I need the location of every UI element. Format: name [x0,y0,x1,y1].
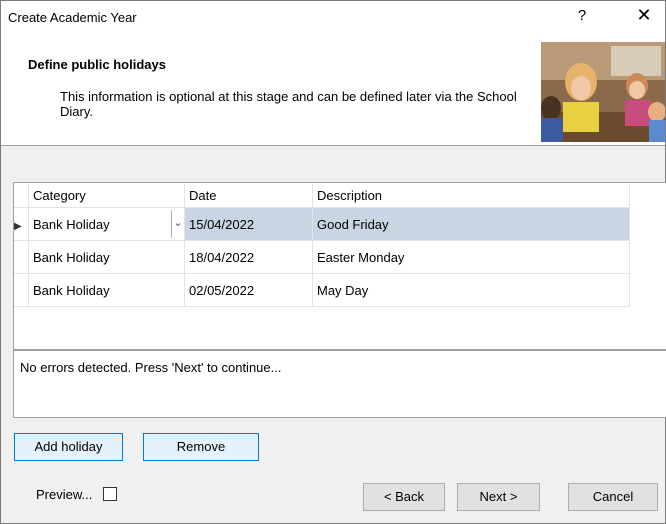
category-value: Bank Holiday [33,216,110,232]
date-cell[interactable]: 15/04/2022 [184,207,313,241]
category-cell[interactable]: Bank Holiday [28,273,185,307]
category-cell[interactable]: Bank Holiday [28,240,185,274]
add-holiday-button[interactable]: Add holiday [14,433,123,461]
wizard-header: Define public holidays This information … [1,32,665,146]
create-academic-year-dialog: Create Academic Year ? ✕ Define public h… [0,0,666,524]
description-cell[interactable]: Good Friday [312,207,630,241]
description-cell[interactable]: May Day [312,273,630,307]
table-row[interactable]: ▶ Bank Holiday ⌄ 15/04/2022 Good Friday [14,207,630,241]
close-icon[interactable]: ✕ [629,5,659,27]
table-row[interactable]: Bank Holiday 02/05/2022 May Day [14,273,630,307]
cancel-button[interactable]: Cancel [568,483,658,511]
page-description: This information is optional at this sta… [60,89,517,119]
back-button[interactable]: < Back [363,483,445,511]
table-row[interactable]: Bank Holiday 18/04/2022 Easter Monday [14,240,630,274]
preview-checkbox[interactable] [103,487,117,501]
preview-label: Preview... [36,487,93,502]
grid-header-row: Category Date Description [14,184,630,208]
window-title: Create Academic Year [8,10,137,25]
title-bar: Create Academic Year ? ✕ [1,1,665,32]
status-message: No errors detected. Press 'Next' to cont… [20,360,282,375]
row-pointer-icon: ▶ [14,207,29,241]
next-button[interactable]: Next > [457,483,540,511]
column-header-description[interactable]: Description [312,184,630,208]
date-cell[interactable]: 02/05/2022 [184,273,313,307]
spacer-strip [1,146,665,182]
classroom-photo [541,42,665,142]
remove-button[interactable]: Remove [143,433,259,461]
description-cell[interactable]: Easter Monday [312,240,630,274]
chevron-down-icon[interactable]: ⌄ [171,210,184,238]
help-icon[interactable]: ? [569,7,595,27]
column-header-category[interactable]: Category [28,184,185,208]
date-cell[interactable]: 18/04/2022 [184,240,313,274]
category-combo[interactable]: Bank Holiday ⌄ [28,207,185,241]
holidays-grid: Category Date Description ▶ Bank Holiday… [13,182,666,350]
page-title: Define public holidays [28,57,166,72]
validation-panel: No errors detected. Press 'Next' to cont… [13,350,666,418]
column-header-date[interactable]: Date [184,184,313,208]
